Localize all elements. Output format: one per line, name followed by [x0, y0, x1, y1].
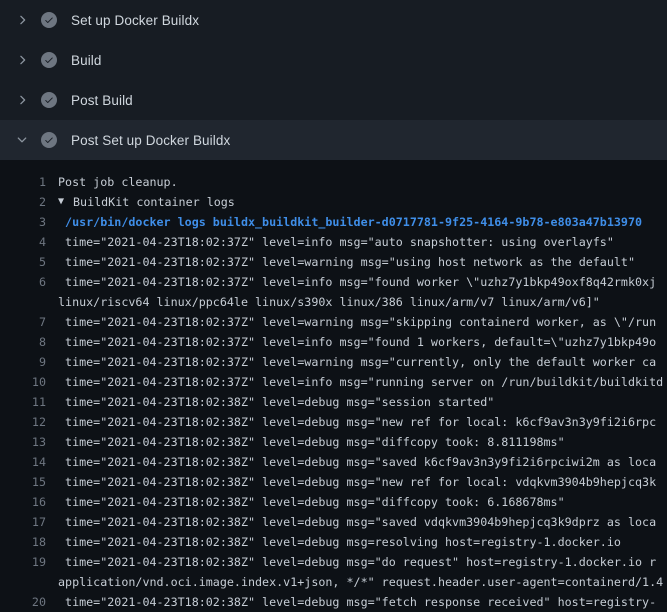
log-line-number[interactable]: 9: [0, 352, 46, 372]
log-line-number[interactable]: [0, 292, 46, 312]
log-line: 5 time="2021-04-23T18:02:37Z" level=warn…: [0, 252, 667, 272]
log-line-number[interactable]: 15: [0, 472, 46, 492]
log-line-number[interactable]: 6: [0, 272, 46, 292]
chevron-right-icon: [14, 92, 30, 108]
log-line-number[interactable]: 19: [0, 552, 46, 572]
log-group-triangle-icon[interactable]: ▼: [58, 192, 73, 212]
log-line: 3 /usr/bin/docker logs buildx_buildkit_b…: [0, 212, 667, 232]
step-status-success-icon: [41, 132, 57, 148]
step-title: Set up Docker Buildx: [71, 13, 199, 28]
log-line: 18 time="2021-04-23T18:02:38Z" level=deb…: [0, 532, 667, 552]
step-title: Post Set up Docker Buildx: [71, 133, 230, 148]
log-line: 13 time="2021-04-23T18:02:38Z" level=deb…: [0, 432, 667, 452]
log-line-text: time="2021-04-23T18:02:38Z" level=debug …: [58, 432, 565, 452]
log-line-number[interactable]: [0, 572, 46, 592]
log-line-text: time="2021-04-23T18:02:37Z" level=info m…: [58, 272, 656, 292]
log-line: 16 time="2021-04-23T18:02:38Z" level=deb…: [0, 492, 667, 512]
log-line-text: time="2021-04-23T18:02:37Z" level=info m…: [58, 232, 614, 252]
log-line-number[interactable]: 12: [0, 412, 46, 432]
step-header-build[interactable]: Build: [0, 40, 667, 80]
log-line-text: time="2021-04-23T18:02:38Z" level=debug …: [58, 592, 656, 612]
step-status-success-icon: [41, 12, 57, 28]
log-line-text: time="2021-04-23T18:02:38Z" level=debug …: [58, 412, 656, 432]
step-title: Post Build: [71, 93, 133, 108]
log-line: 14 time="2021-04-23T18:02:38Z" level=deb…: [0, 452, 667, 472]
log-line-number[interactable]: 13: [0, 432, 46, 452]
log-viewer: 1 Post job cleanup. 2 ▼ BuildKit contain…: [0, 160, 667, 612]
log-line: 12 time="2021-04-23T18:02:38Z" level=deb…: [0, 412, 667, 432]
log-line-number[interactable]: 7: [0, 312, 46, 332]
log-line-number[interactable]: 16: [0, 492, 46, 512]
log-line-text: application/vnd.oci.image.index.v1+json,…: [58, 572, 663, 592]
log-line: 19 time="2021-04-23T18:02:38Z" level=deb…: [0, 552, 667, 572]
log-line: 8 time="2021-04-23T18:02:37Z" level=info…: [0, 332, 667, 352]
log-line-text: time="2021-04-23T18:02:38Z" level=debug …: [58, 552, 656, 572]
log-line-number[interactable]: 14: [0, 452, 46, 472]
log-line-number[interactable]: 10: [0, 372, 46, 392]
log-line: 1 Post job cleanup.: [0, 172, 667, 192]
log-line: 6 time="2021-04-23T18:02:37Z" level=info…: [0, 272, 667, 292]
log-line-number[interactable]: 11: [0, 392, 46, 412]
log-line-text: time="2021-04-23T18:02:37Z" level=warnin…: [58, 352, 656, 372]
log-line: 4 time="2021-04-23T18:02:37Z" level=info…: [0, 232, 667, 252]
chevron-down-icon: [14, 132, 30, 148]
log-line: 10 time="2021-04-23T18:02:37Z" level=inf…: [0, 372, 667, 392]
chevron-right-icon: [14, 12, 30, 28]
steps-list: Set up Docker Buildx Build Post Build: [0, 0, 667, 160]
log-line-text: time="2021-04-23T18:02:37Z" level=info m…: [58, 332, 656, 352]
log-line-text: linux/riscv64 linux/ppc64le linux/s390x …: [58, 292, 600, 312]
log-line: 15 time="2021-04-23T18:02:38Z" level=deb…: [0, 472, 667, 492]
log-line-text: time="2021-04-23T18:02:38Z" level=debug …: [58, 532, 621, 552]
log-line-text: time="2021-04-23T18:02:38Z" level=debug …: [58, 392, 494, 412]
step-status-success-icon: [41, 52, 57, 68]
log-line-text: BuildKit container logs: [73, 192, 235, 212]
log-line-number[interactable]: 1: [0, 172, 46, 192]
log-line-text: time="2021-04-23T18:02:37Z" level=warnin…: [58, 252, 635, 272]
log-line: 2 ▼ BuildKit container logs: [0, 192, 667, 212]
log-line-text: time="2021-04-23T18:02:38Z" level=debug …: [58, 472, 656, 492]
log-line-number[interactable]: 17: [0, 512, 46, 532]
log-line-number[interactable]: 4: [0, 232, 46, 252]
log-line: 17 time="2021-04-23T18:02:38Z" level=deb…: [0, 512, 667, 532]
log-line-text: time="2021-04-23T18:02:38Z" level=debug …: [58, 492, 565, 512]
log-line: 20 time="2021-04-23T18:02:38Z" level=deb…: [0, 592, 667, 612]
log-line-number[interactable]: 5: [0, 252, 46, 272]
log-line-text: time="2021-04-23T18:02:37Z" level=info m…: [58, 372, 663, 392]
log-line-number[interactable]: 3: [0, 212, 46, 232]
log-line-text: time="2021-04-23T18:02:37Z" level=warnin…: [58, 312, 656, 332]
log-line: 7 time="2021-04-23T18:02:37Z" level=warn…: [0, 312, 667, 332]
chevron-right-icon: [14, 52, 30, 68]
log-line-text: time="2021-04-23T18:02:38Z" level=debug …: [58, 512, 656, 532]
log-line-number[interactable]: 20: [0, 592, 46, 612]
step-title: Build: [71, 53, 102, 68]
step-status-success-icon: [41, 92, 57, 108]
log-line-number[interactable]: 2: [0, 192, 46, 212]
log-line: 9 time="2021-04-23T18:02:37Z" level=warn…: [0, 352, 667, 372]
step-header-post-build[interactable]: Post Build: [0, 80, 667, 120]
log-line: application/vnd.oci.image.index.v1+json,…: [0, 572, 667, 592]
log-line: linux/riscv64 linux/ppc64le linux/s390x …: [0, 292, 667, 312]
log-line-text: time="2021-04-23T18:02:38Z" level=debug …: [58, 452, 656, 472]
log-line-text: Post job cleanup.: [58, 172, 178, 192]
step-header-set-up-docker-buildx[interactable]: Set up Docker Buildx: [0, 0, 667, 40]
log-line-number[interactable]: 18: [0, 532, 46, 552]
log-line: 11 time="2021-04-23T18:02:38Z" level=deb…: [0, 392, 667, 412]
log-line-text: /usr/bin/docker logs buildx_buildkit_bui…: [58, 212, 642, 232]
step-header-post-set-up-docker-buildx[interactable]: Post Set up Docker Buildx: [0, 120, 667, 160]
log-line-number[interactable]: 8: [0, 332, 46, 352]
